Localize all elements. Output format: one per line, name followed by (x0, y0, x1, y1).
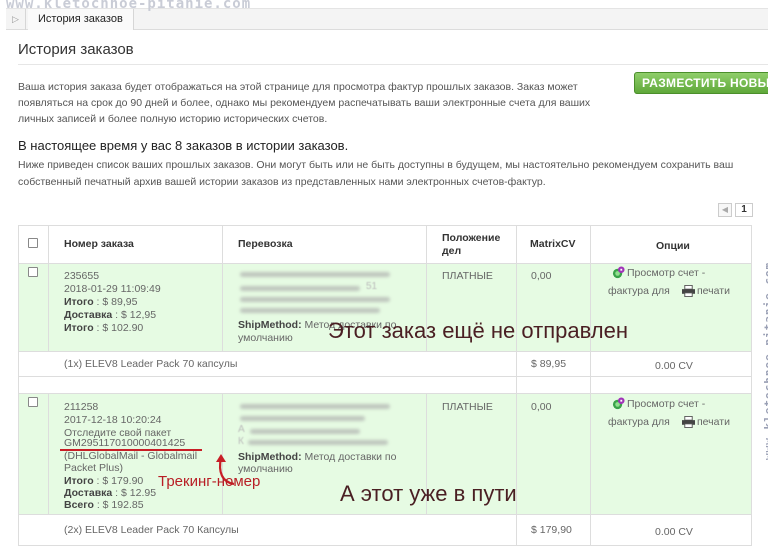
row-divider (18, 376, 752, 377)
row-divider (18, 514, 752, 515)
total-value: : $ 179.90 (93, 475, 144, 487)
page-title: История заказов (18, 41, 134, 58)
order-2-item-cv: 0.00 CV (655, 526, 693, 538)
redacted-fragment: А (238, 424, 245, 435)
order-2-checkbox[interactable] (28, 397, 38, 407)
archive-notice: Ниже приведен список ваших прошлых заказ… (18, 159, 734, 188)
header-bottom-border (18, 263, 752, 264)
total-label: Итого (64, 475, 94, 487)
watermark-side-text: www.kletochnoe-pitanie.com (762, 261, 768, 460)
order-1-status: ПЛАТНЫЕ (442, 270, 493, 282)
col-header-status: Положение дел (442, 232, 500, 258)
grand-total-label: Итого (64, 322, 94, 334)
select-all-checkbox[interactable] (28, 238, 38, 248)
order-1-id[interactable]: 235655 (64, 270, 99, 283)
total-label: Итого (64, 296, 94, 308)
order-2-grand-total: Всего : $ 192.85 (64, 499, 144, 512)
order-2-item-price: $ 179,90 (531, 524, 572, 536)
order-1-item-cv: 0.00 CV (655, 360, 693, 372)
redacted-address (240, 286, 360, 291)
annotation-not-shipped: Этот заказ ещё не отправлен (328, 318, 628, 343)
redacted-fragment: 51 (366, 281, 378, 292)
col-header-status-line1: Положение (442, 232, 501, 244)
col-header-options: Опции (656, 240, 690, 252)
col-header-status-line2: дел (442, 245, 462, 257)
row-divider (18, 393, 752, 394)
shipping-label: Доставка (64, 309, 113, 321)
orders-count-text: В настоящее время у вас 8 заказов в исто… (18, 138, 349, 153)
sidebar-toggle-icon[interactable]: ▷ (6, 9, 26, 30)
order-2-status: ПЛАТНЫЕ (442, 401, 493, 413)
view-invoice-icon[interactable] (612, 397, 625, 410)
tab-order-history[interactable]: История заказов (28, 9, 134, 30)
grand-total-value: : $ 192.85 (93, 499, 144, 511)
redacted-address (240, 308, 380, 313)
watermark-side: www.kletochnoe-pitanie.com (748, 240, 768, 460)
shipping-value: : $ 12,95 (112, 309, 157, 321)
annotation-in-transit: А этот уже в пути (340, 481, 517, 506)
prev-page-icon[interactable]: ◀ (718, 203, 732, 217)
table-top-border (18, 225, 752, 226)
order-1-total: Итого : $ 89,95 (64, 296, 137, 309)
order-2-id[interactable]: 211258 (64, 401, 98, 414)
view-invoice-icon[interactable] (612, 266, 625, 279)
redacted-fragment: К (238, 436, 244, 447)
order-1-cv: 0,00 (531, 270, 552, 282)
printer-icon[interactable] (682, 285, 695, 297)
shipping-value: : $ 12.95 (112, 487, 157, 499)
order-1-print-link[interactable]: печати (697, 285, 730, 298)
col-header-shipping: Перевозка (238, 238, 293, 250)
shipping-label: Доставка (64, 487, 113, 499)
order-1-grand-total: Итого : $ 102.90 (64, 322, 143, 335)
redacted-address (240, 404, 390, 409)
page-number-button[interactable]: 1 (735, 203, 753, 217)
order-2-cv: 0,00 (531, 401, 552, 413)
col-header-order: Номер заказа (64, 238, 134, 250)
ship-method-label: ShipMethod: (238, 319, 302, 331)
redacted-address (250, 429, 360, 434)
order-2-print-link[interactable]: печати (697, 416, 730, 429)
order-2-carrier-2: Packet Plus) (64, 462, 123, 474)
ship-method-label: ShipMethod: (238, 451, 302, 463)
redacted-address (240, 416, 365, 421)
grand-total-label: Всего (64, 499, 94, 511)
order-1-view-invoice-link[interactable]: Просмотр счет - (627, 267, 705, 280)
order-1-view-invoice-link-2[interactable]: фактура для (608, 285, 670, 298)
order-1-checkbox[interactable] (28, 267, 38, 277)
col-divider (18, 225, 19, 545)
order-2-view-invoice-link[interactable]: Просмотр счет - (627, 398, 705, 411)
order-1-item: (1x) ELEV8 Leader Pack 70 капсулы (64, 358, 238, 370)
row-divider (18, 545, 752, 546)
redacted-address (248, 440, 388, 445)
annotation-tracking-number: Трекинг-номер (158, 473, 261, 490)
printer-icon[interactable] (682, 416, 695, 428)
order-2-item: (2x) ELEV8 Leader Pack 70 Капсулы (64, 524, 239, 536)
redacted-address (240, 272, 390, 277)
order-2-view-invoice-link-2[interactable]: фактура для (608, 416, 670, 429)
intro-text: Ваша история заказа будет отображаться н… (18, 81, 591, 125)
order-2-date: 2017-12-18 10:20:24 (64, 414, 162, 426)
ship-method-value: Метод доставки по (301, 451, 397, 463)
order-1-date: 2018-01-29 11:09:49 (64, 283, 161, 295)
col-divider (48, 393, 49, 514)
col-divider (590, 225, 591, 545)
col-divider (48, 225, 49, 351)
place-new-order-button[interactable]: РАЗМЕСТИТЬ НОВЫЙ (634, 72, 768, 94)
col-header-cv: MatrixCV (530, 238, 576, 250)
grand-total-value: : $ 102.90 (93, 322, 144, 334)
col-divider (222, 225, 223, 351)
pagination: ◀ 1 (718, 203, 753, 217)
title-divider (18, 64, 768, 65)
row-divider (18, 351, 752, 352)
order-1-shipping-cost: Доставка : $ 12,95 (64, 309, 156, 322)
total-value: : $ 89,95 (93, 296, 138, 308)
order-1-item-price: $ 89,95 (531, 358, 567, 370)
order-1-ship-method-2: умолчанию (238, 332, 293, 344)
redacted-address (240, 297, 390, 302)
watermark-top: www.kletochnoe-pitanie.com (6, 0, 252, 12)
